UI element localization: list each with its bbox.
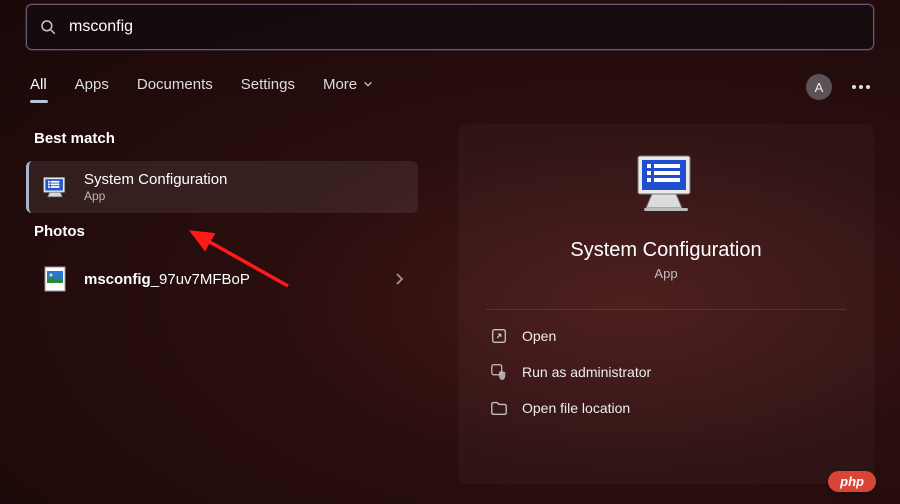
watermark-badge: php	[828, 471, 876, 492]
action-list: Open Run as administrator Open file loca…	[486, 318, 846, 426]
result-photo-item[interactable]: msconfig_97uv7MFBoP	[26, 254, 418, 304]
chevron-right-icon	[394, 272, 404, 286]
result-title: System Configuration	[84, 171, 404, 188]
action-run-admin[interactable]: Run as administrator	[486, 354, 846, 390]
divider	[486, 309, 846, 310]
search-input[interactable]	[69, 18, 861, 36]
action-open-location[interactable]: Open file location	[486, 390, 846, 426]
result-body: msconfig_97uv7MFBoP	[84, 271, 394, 288]
avatar-initial: A	[815, 80, 824, 95]
tab-label: More	[323, 76, 357, 93]
result-title: msconfig_97uv7MFBoP	[84, 271, 394, 288]
open-icon	[490, 327, 508, 345]
msconfig-icon	[40, 172, 70, 202]
header-controls: A	[806, 74, 870, 100]
chevron-down-icon	[363, 79, 373, 89]
admin-shield-icon	[490, 363, 508, 381]
action-open[interactable]: Open	[486, 318, 846, 354]
tab-label: Documents	[137, 76, 213, 93]
image-file-icon	[40, 264, 70, 294]
tab-more[interactable]: More	[323, 76, 373, 99]
preview-title: System Configuration	[570, 239, 761, 262]
result-subtitle: App	[84, 189, 404, 203]
result-body: System Configuration App	[84, 171, 404, 203]
action-label: Open file location	[522, 400, 630, 416]
folder-icon	[490, 399, 508, 417]
section-best-match-title: Best match	[34, 130, 418, 147]
tab-label: All	[30, 76, 47, 93]
tab-all[interactable]: All	[30, 76, 47, 99]
tab-label: Apps	[75, 76, 109, 93]
section-photos-title: Photos	[34, 223, 418, 240]
results-column: Best match System Configuration App Phot…	[26, 120, 418, 484]
tabs-row: All Apps Documents Settings More A	[0, 50, 900, 110]
avatar[interactable]: A	[806, 74, 832, 100]
tab-apps[interactable]: Apps	[75, 76, 109, 99]
preview-subtitle: App	[654, 266, 677, 281]
action-label: Open	[522, 328, 556, 344]
result-system-configuration[interactable]: System Configuration App	[26, 161, 418, 213]
preview-panel: System Configuration App Open Run as adm…	[458, 124, 874, 484]
preview-app-icon	[630, 152, 702, 221]
search-icon	[39, 18, 57, 36]
action-label: Run as administrator	[522, 364, 651, 380]
filter-tabs: All Apps Documents Settings More	[30, 76, 806, 99]
tab-settings[interactable]: Settings	[241, 76, 295, 99]
content-area: Best match System Configuration App Phot…	[0, 110, 900, 484]
tab-label: Settings	[241, 76, 295, 93]
tab-documents[interactable]: Documents	[137, 76, 213, 99]
more-menu-button[interactable]	[852, 85, 870, 89]
search-bar[interactable]	[26, 4, 874, 50]
